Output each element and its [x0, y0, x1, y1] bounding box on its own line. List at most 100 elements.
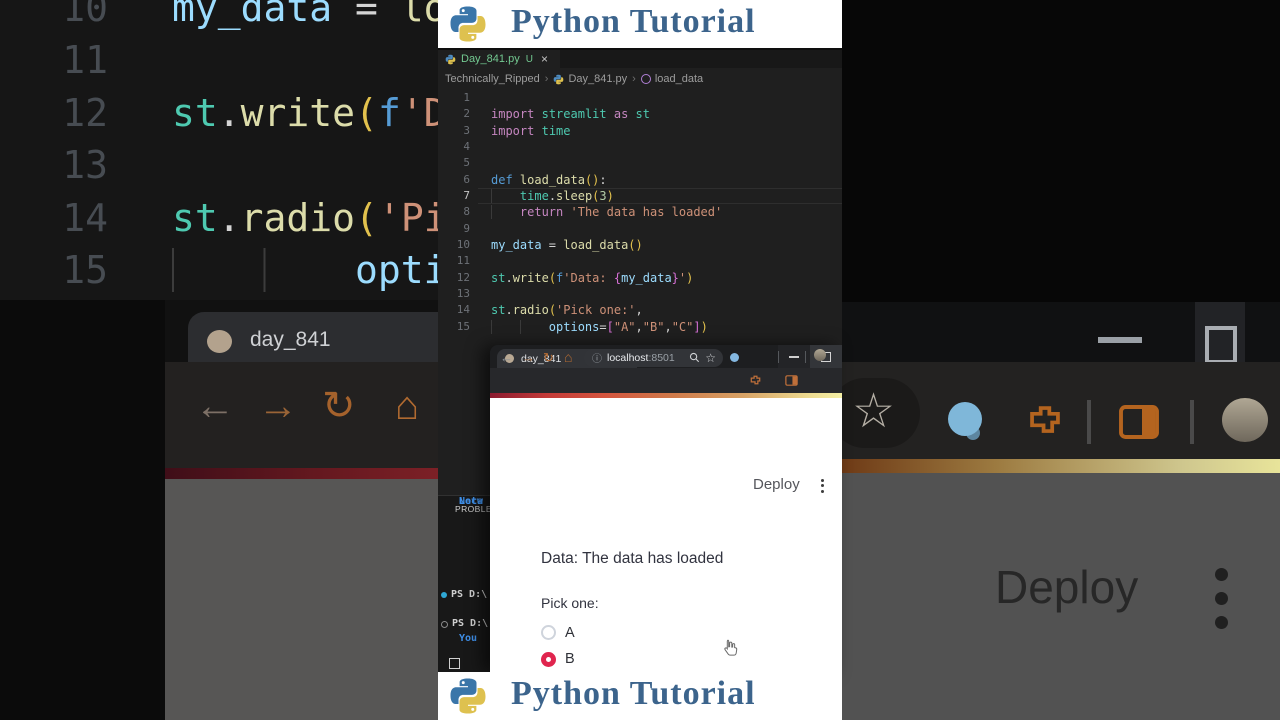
terminal-text: PS D:\	[451, 589, 488, 600]
code-token: "C"	[671, 319, 694, 334]
background-dark-strip	[0, 300, 165, 720]
line-number: 13	[62, 143, 108, 187]
radio-option[interactable]: B	[541, 651, 575, 667]
page-title: Python Tutorial	[511, 3, 756, 40]
url-text[interactable]: localhost:8501	[607, 352, 675, 364]
code-token: st	[491, 303, 506, 318]
code-token: ,	[664, 319, 672, 334]
breadcrumb-file[interactable]: Day_841.py	[568, 73, 627, 85]
streamlit-decoration-bar	[165, 468, 438, 479]
code-token: "A"	[613, 319, 636, 334]
breadcrumb-symbol[interactable]: load_data	[655, 73, 703, 85]
side-panel-icon[interactable]	[784, 373, 799, 388]
kebab-menu-icon[interactable]	[821, 478, 824, 496]
back-icon[interactable]: ←	[500, 349, 513, 366]
code-token: )	[606, 189, 614, 204]
bookmark-star-icon[interactable]: ☆	[705, 351, 716, 365]
code-text: time.sleep(3)	[491, 188, 614, 204]
line-number: 11	[456, 254, 470, 268]
background-code-line: 15 opti	[0, 244, 438, 296]
line-number: 10	[456, 238, 470, 252]
radio-option-label: B	[565, 651, 575, 667]
deploy-button[interactable]: Deploy	[753, 476, 800, 493]
line-number: 14	[456, 303, 470, 317]
editor-tab[interactable]: Day_841.py U ×	[438, 50, 560, 68]
code-token: 'Pic	[377, 196, 438, 240]
symbol-icon	[640, 74, 651, 84]
python-logo-icon	[450, 6, 486, 42]
code-token: radio	[240, 196, 356, 240]
site-info-icon[interactable]: ⓘ	[592, 350, 602, 365]
favicon-icon	[207, 330, 232, 353]
home-icon: ⌂	[395, 384, 420, 428]
line-number: 2	[463, 107, 470, 121]
home-icon[interactable]: ⌂	[564, 349, 572, 366]
profile-avatar[interactable]	[814, 349, 826, 361]
code-line: 15 options=["A","B","C"])	[438, 319, 842, 335]
code-line: 4	[438, 139, 842, 155]
code-line: 1	[438, 90, 842, 106]
code-token: 3	[599, 189, 607, 204]
code-line: 3 import time	[438, 123, 842, 139]
close-icon[interactable]: ×	[541, 52, 548, 66]
line-number: 7	[463, 189, 470, 203]
background-deploy-label: Deploy	[995, 561, 1139, 613]
code-token	[491, 205, 520, 220]
code-token: .	[548, 189, 557, 204]
radio-option[interactable]: A	[541, 625, 575, 641]
forward-icon: →	[258, 384, 298, 428]
code-token: import	[491, 123, 535, 138]
scrollbar-handle	[449, 658, 460, 669]
code-token: (	[548, 270, 557, 285]
hand-cursor-icon	[724, 639, 738, 656]
code-token: 'Data:	[563, 270, 614, 285]
minimize-icon[interactable]	[789, 356, 799, 358]
terminal-panel: PROBLEMS PS D:\PS D:\YouLocaNetw	[438, 495, 490, 672]
terminal-line: You	[441, 633, 477, 645]
code-token: opti	[355, 248, 438, 292]
code-token: my_data	[172, 0, 333, 30]
zoom-icon[interactable]	[689, 352, 700, 363]
line-number: 14	[62, 196, 108, 240]
kebab-menu-icon	[1215, 616, 1228, 629]
profile-badge-icon	[948, 402, 982, 436]
terminal-text: You	[459, 633, 478, 644]
chevron-right-icon: ›	[544, 73, 549, 85]
background-page-left	[165, 479, 438, 720]
radio-unselected-icon[interactable]	[541, 625, 556, 640]
terminal-bullet-icon	[441, 592, 447, 598]
python-file-icon	[554, 74, 564, 84]
forward-icon[interactable]: →	[522, 349, 535, 366]
breadcrumb-folder[interactable]: Technically_Ripped	[445, 73, 540, 85]
code-token: time	[519, 189, 549, 204]
code-text: import time	[491, 123, 571, 139]
line-number: 3	[463, 123, 470, 137]
code-editor[interactable]: 1 2 import streamlit as st 3 import time 4 5 6 d…	[438, 90, 842, 335]
radio-selected-icon[interactable]	[541, 651, 556, 667]
line-number: 12	[456, 270, 470, 284]
code-token	[491, 189, 520, 204]
minimize-icon	[1098, 337, 1142, 343]
reload-icon: ↻	[322, 384, 356, 428]
address-bar[interactable]: ⓘ localhost:8501 ☆	[584, 348, 723, 367]
code-token: =	[541, 238, 564, 253]
data-output-text: Data: The data has loaded	[541, 549, 724, 567]
code-token: :	[599, 172, 607, 187]
profile-badge-icon[interactable]	[730, 353, 739, 362]
terminal-indent	[441, 636, 455, 642]
code-token: time	[541, 123, 571, 138]
git-untracked-badge: U	[525, 53, 533, 65]
profile-avatar	[1222, 398, 1268, 442]
reload-icon[interactable]: ↻	[543, 349, 554, 366]
terminal-bullet-icon	[441, 620, 448, 628]
tab-filename: Day_841.py	[461, 53, 520, 65]
code-token: st	[491, 270, 506, 285]
breadcrumb[interactable]: Technically_Ripped › Day_841.py › load_d…	[438, 68, 842, 90]
code-line: 11	[438, 253, 842, 269]
extensions-icon[interactable]	[748, 373, 763, 388]
url-port: :8501	[648, 351, 675, 364]
code-token: load_data	[563, 238, 629, 253]
radio-option-label: A	[565, 624, 575, 641]
code-token: st	[635, 107, 650, 122]
